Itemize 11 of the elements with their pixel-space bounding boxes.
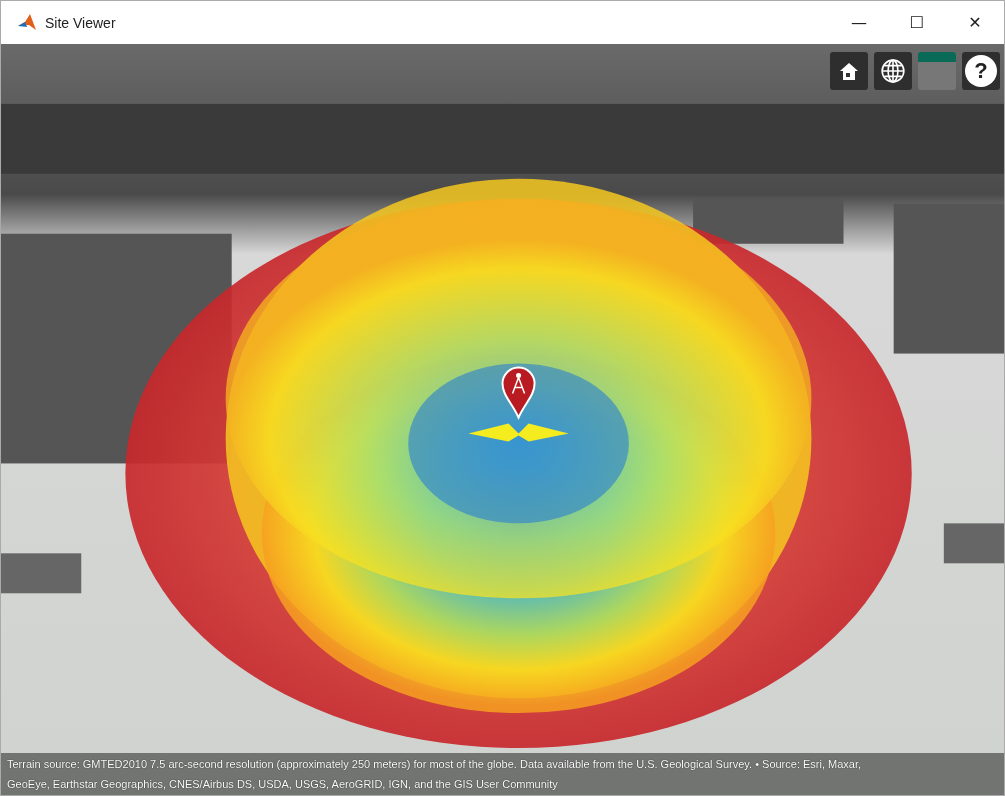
attribution-text: Terrain source: GMTED2010 7.5 arc-second resolution (approximately 250 meters) for most of the globe. Data available from the U.S. Geological Survey. • Source: Esri, Maxar, GeoEye, Earthstar Geographics, CNES/Airbus DS, USDA, USGS, AeroGRID, IGN, and the GIS User Community xyxy=(1,753,1004,795)
minimize-button[interactable]: — xyxy=(830,1,888,44)
maximize-button[interactable]: ☐ xyxy=(888,1,946,44)
help-button[interactable]: ? xyxy=(962,52,1000,90)
globe-button[interactable] xyxy=(874,52,912,90)
globe-icon xyxy=(880,58,906,84)
window-title: Site Viewer xyxy=(45,14,116,31)
home-button[interactable] xyxy=(830,52,868,90)
antenna-site-marker-icon[interactable] xyxy=(501,366,536,419)
app-logo-icon xyxy=(17,12,37,33)
close-button[interactable]: ✕ xyxy=(946,1,1004,44)
